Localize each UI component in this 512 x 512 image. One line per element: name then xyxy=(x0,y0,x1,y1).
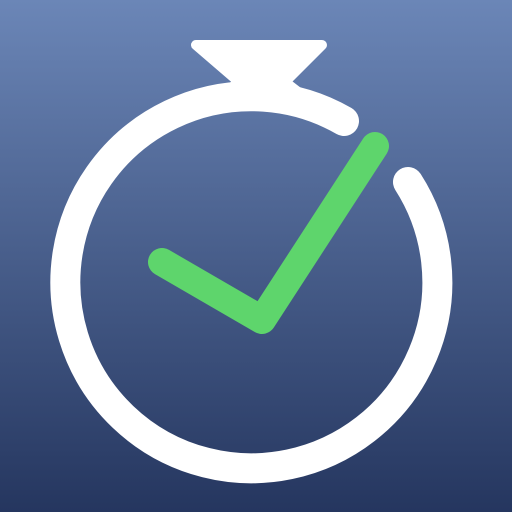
stopwatch-check-icon xyxy=(0,0,512,512)
app-icon xyxy=(0,0,512,512)
